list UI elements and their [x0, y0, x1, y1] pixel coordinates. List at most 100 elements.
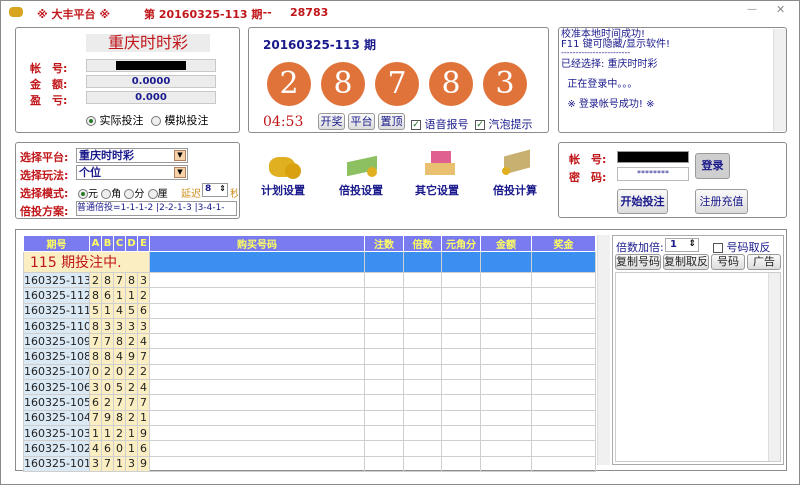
- cell: [403, 409, 442, 426]
- cell: [149, 455, 365, 472]
- cell: [531, 455, 596, 472]
- mode-fen[interactable]: 分: [124, 189, 144, 200]
- cell: [480, 271, 532, 289]
- numbers-button[interactable]: 号码: [711, 254, 745, 270]
- cell: [531, 271, 596, 289]
- table-row[interactable]: 160325-113 2 8 7 8 3: [23, 271, 596, 289]
- table-row[interactable]: 160325-108 8 8 4 9 7: [23, 348, 596, 365]
- result-ball: 7: [375, 62, 419, 106]
- cell: [403, 424, 442, 442]
- table-row[interactable]: 160325-112 8 6 1 1 2: [23, 287, 596, 304]
- textarea-scrollbar[interactable]: [768, 273, 780, 461]
- ads-button[interactable]: 广告: [747, 254, 781, 270]
- cell: [149, 317, 365, 335]
- digit-cell: 6: [89, 394, 102, 411]
- current-status: 115 期投注中.: [23, 251, 150, 273]
- table-row[interactable]: 160325-107 0 2 0 2 2: [23, 363, 596, 381]
- digit-cell: 3: [125, 317, 138, 335]
- log-line: ------------------------: [561, 48, 631, 57]
- digit-cell: 6: [137, 440, 150, 457]
- cell: [441, 409, 481, 426]
- plan-select[interactable]: 普通倍投=1-1-1-2 |2-2-1-3 |3-4-1-: [76, 201, 237, 216]
- digit-cell: 1: [137, 409, 150, 426]
- digit-cell: 2: [101, 363, 114, 381]
- voice-label: 语音报号: [424, 118, 469, 131]
- checkbox-icon: ✓: [475, 120, 485, 130]
- table-row[interactable]: 160325-101 3 7 1 3 9: [23, 455, 596, 472]
- issue-cell: 160325-103: [23, 424, 90, 442]
- digit-cell: 6: [101, 440, 114, 457]
- draw-button[interactable]: 开奖: [318, 113, 345, 130]
- register-recharge-button[interactable]: 注册充值: [695, 189, 748, 214]
- table-row[interactable]: 160325-106 3 0 5 2 4: [23, 379, 596, 396]
- cell: [149, 424, 365, 442]
- cell: [441, 271, 481, 289]
- platform-button[interactable]: 平台: [348, 113, 375, 130]
- delay-stepper[interactable]: 8 ⇕: [202, 183, 228, 197]
- pin-top-button[interactable]: 置顶: [378, 113, 405, 130]
- start-betting-button[interactable]: 开始投注: [617, 189, 668, 214]
- password-input[interactable]: ********: [617, 167, 689, 181]
- cell: [531, 394, 596, 411]
- result-ball: 8: [429, 62, 473, 106]
- voice-checkbox[interactable]: ✓ 语音报号: [411, 116, 469, 132]
- mode-real-radio[interactable]: 实际投注: [86, 112, 144, 128]
- column-header: A: [89, 235, 102, 252]
- minimize-button[interactable]: —: [747, 4, 757, 15]
- cell: [364, 424, 404, 442]
- platform-label: 选择平台:: [20, 151, 69, 164]
- cell: [531, 424, 596, 442]
- cell: [480, 317, 532, 335]
- coin-icon: [9, 7, 23, 17]
- table-scrollbar[interactable]: [597, 235, 610, 465]
- mode-jiao[interactable]: 角: [101, 189, 121, 200]
- table-row[interactable]: 160325-110 8 3 3 3 3: [23, 317, 596, 335]
- login-button[interactable]: 登录: [695, 153, 730, 179]
- mode-li[interactable]: 厘: [147, 189, 168, 200]
- mode-yuan[interactable]: 元: [78, 189, 98, 200]
- table-row[interactable]: 160325-103 1 1 2 1 9: [23, 424, 596, 442]
- table-row[interactable]: 160325-102 4 6 0 1 6: [23, 440, 596, 457]
- cell: [531, 348, 596, 365]
- digit-cell: 8: [89, 348, 102, 365]
- multiplier-stepper[interactable]: 1 ⇕: [665, 238, 699, 252]
- bubble-checkbox[interactable]: ✓ 汽泡提示: [475, 116, 533, 132]
- digit-cell: 0: [113, 363, 126, 381]
- money-bills-icon: [343, 151, 383, 181]
- cell: [403, 271, 442, 289]
- close-button[interactable]: ✕: [776, 3, 785, 16]
- table-row[interactable]: 160325-105 6 2 7 7 7: [23, 394, 596, 411]
- cell: [364, 363, 404, 381]
- draw-panel: 20160325-113 期 2 8 7 8 3 04:53 开奖 平台 置顶 …: [248, 27, 549, 133]
- mode-sim-radio[interactable]: 模拟投注: [151, 112, 209, 128]
- play-select[interactable]: 个位 ▼: [76, 165, 188, 180]
- main-window: ※ 大丰平台 ※ 第 20160325-113 期 --- 28783 — ✕ …: [0, 0, 800, 485]
- login-account-input[interactable]: [617, 151, 689, 163]
- table-row[interactable]: 160325-104 7 9 8 2 1: [23, 409, 596, 426]
- other-settings-label: 其它设置: [415, 184, 459, 197]
- current-row[interactable]: 115 期投注中.: [23, 251, 596, 273]
- numbers-textarea[interactable]: [615, 272, 781, 462]
- play-value: 个位: [79, 166, 101, 179]
- copy-numbers-button[interactable]: 复制号码: [615, 254, 661, 270]
- table-row[interactable]: 160325-109 7 7 8 2 4: [23, 333, 596, 350]
- app-name: ※ 大丰平台 ※: [37, 8, 111, 21]
- draw-issue: 20160325-113 期: [263, 38, 377, 52]
- column-header: E: [137, 235, 150, 252]
- digit-cell: 7: [137, 348, 150, 365]
- digit-cell: 9: [137, 455, 150, 472]
- digit-cell: 2: [125, 333, 138, 350]
- mode-sim-label: 模拟投注: [164, 114, 209, 127]
- copy-invert-button[interactable]: 复制取反: [663, 254, 709, 270]
- log-scrollbar[interactable]: [773, 29, 786, 131]
- radio-icon: [101, 189, 112, 199]
- invert-checkbox[interactable]: 号码取反: [713, 239, 771, 255]
- cell: [149, 363, 365, 381]
- platform-select[interactable]: 重庆时时彩 ▼: [76, 148, 188, 163]
- cell: [441, 302, 481, 319]
- cell: [149, 271, 365, 289]
- delay-unit: 秒: [230, 189, 238, 200]
- table-row[interactable]: 160325-111 5 1 4 5 6: [23, 302, 596, 319]
- digit-cell: 9: [101, 409, 114, 426]
- digit-cell: 0: [101, 379, 114, 396]
